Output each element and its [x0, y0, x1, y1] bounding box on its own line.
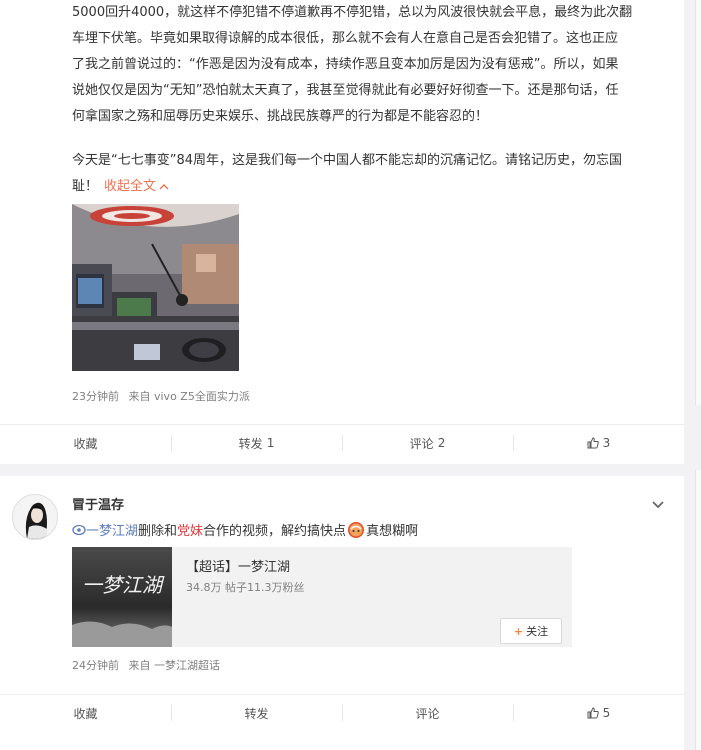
repost-button[interactable]: 转发 1: [171, 425, 342, 461]
like-button[interactable]: 5: [513, 695, 684, 731]
topic-image-text: 一梦江湖: [82, 573, 165, 597]
emoji-icon: [348, 522, 365, 538]
repost-button[interactable]: 转发: [171, 695, 342, 731]
follow-button[interactable]: + 关注: [500, 618, 562, 644]
comment-button[interactable]: 评论 2: [342, 425, 513, 461]
favorite-button[interactable]: 收藏: [0, 695, 171, 731]
post-text-c: 真想糊啊: [366, 524, 419, 539]
topic-image: 一梦江湖: [72, 547, 172, 647]
post-actions: 收藏 转发 评论 5: [0, 694, 684, 731]
post-meta: 24分钟前 来自 一梦江湖超话: [72, 657, 226, 673]
post-meta: 23分钟前 来自 vivo Z5全面实力派: [72, 388, 256, 404]
post-source[interactable]: 来自 vivo Z5全面实力派: [129, 390, 250, 403]
post-body-line: 今天是“七七事变”84周年，这是我们每一个中国人都不能忘却的沉痛记忆。请铭记历史…: [72, 153, 623, 168]
chevron-up-icon: [159, 183, 169, 189]
topic-card[interactable]: 一梦江湖 【超话】一梦江湖 34.8万 帖子11.3万粉丝 + 关注: [72, 547, 572, 647]
post-text-b: 合作的视频，解约搞快点: [203, 524, 347, 539]
topic-link-icon: [72, 524, 86, 536]
post-body-line: 车埋下伏笔。毕竟如果取得谅解的成本很低，那么就不会有人在意自己是否会犯错了。这也…: [72, 31, 619, 46]
like-button[interactable]: 3: [513, 425, 684, 461]
post-card-1: 5000回升4000，就这样不停犯错不停道歉再不停犯错，总以为风波很快就会平息，…: [0, 0, 684, 464]
topic-stats: 34.8万 帖子11.3万粉丝: [186, 581, 305, 594]
avatar[interactable]: [12, 494, 58, 540]
post-time[interactable]: 23分钟前: [72, 390, 119, 403]
post-time[interactable]: 24分钟前: [72, 659, 119, 672]
topic-title[interactable]: 【超话】一梦江湖: [186, 556, 290, 575]
post-body-line: 了我之前曾说过的：“作恶是因为没有成本，持续作恶且变本加厉是因为没有惩戒”。所以…: [72, 57, 619, 72]
mention-link[interactable]: 党妹: [177, 524, 203, 539]
post-body-line: 说她仅仅是因为“无知”恐怕就太天真了，我甚至觉得就此有必要好好彻查一下。还是那句…: [72, 83, 619, 98]
post-text: 一梦江湖删除和党妹合作的视频，解约搞快点 真想糊啊: [72, 520, 418, 539]
post-text-a: 删除和: [138, 524, 178, 539]
post-body-text: 耻！: [72, 179, 99, 194]
thumbs-up-icon: [587, 437, 599, 449]
scrollbar-track[interactable]: [695, 470, 701, 750]
topic-link[interactable]: 一梦江湖: [86, 524, 138, 539]
post-body-line-last: 耻！ 收起全文: [72, 174, 672, 200]
post-body-line: 5000回升4000，就这样不停犯错不停道歉再不停犯错，总以为风波很快就会平息，…: [72, 5, 633, 20]
post-actions: 收藏 转发 1 评论 2 3: [0, 424, 684, 461]
plus-icon: +: [513, 624, 524, 638]
post-source[interactable]: 来自 一梦江湖超话: [129, 659, 221, 672]
collapse-link[interactable]: 收起全文: [104, 179, 169, 194]
favorite-button[interactable]: 收藏: [0, 425, 171, 461]
post-photo[interactable]: [72, 204, 239, 371]
chevron-down-icon[interactable]: [650, 496, 666, 512]
scrollbar-track[interactable]: [695, 0, 701, 405]
thumbs-up-icon: [587, 707, 599, 719]
author-name[interactable]: 冒于温存: [72, 494, 124, 513]
post-body-line: 何拿国家之殇和屈辱历史来娱乐、挑战民族尊严的行为都是不能容忍的！: [72, 109, 489, 124]
comment-button[interactable]: 评论: [342, 695, 513, 731]
